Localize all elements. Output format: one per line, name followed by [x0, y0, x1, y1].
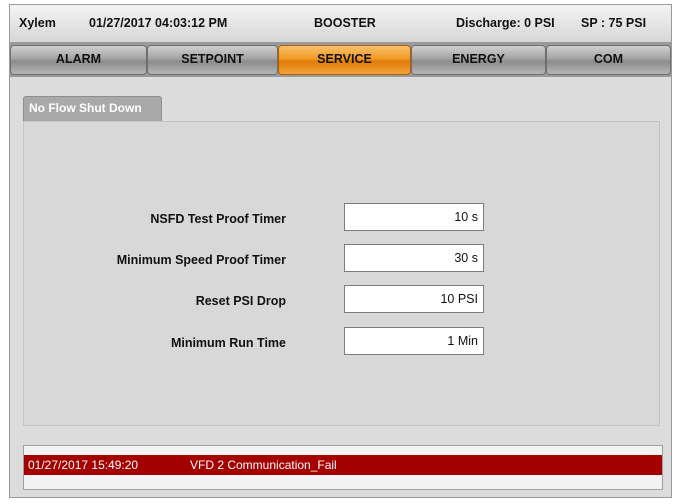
- setpoint-label: SP : 75 PSI: [581, 16, 647, 30]
- tab-setpoint[interactable]: SETPOINT: [147, 45, 278, 75]
- mode-label: BOOSTER: [314, 16, 376, 30]
- tab-alarm[interactable]: ALARM: [10, 45, 147, 75]
- tab-energy[interactable]: ENERGY: [411, 45, 546, 75]
- nsfd-test-proof-timer-label: NSFD Test Proof Timer: [150, 212, 286, 226]
- settings-panel: NSFD Test Proof Timer 10 s Minimum Speed…: [23, 121, 660, 426]
- nsfd-test-proof-timer-field[interactable]: 10 s: [344, 203, 484, 231]
- tab-com[interactable]: COM: [546, 45, 671, 75]
- status-header: Xylem 01/27/2017 04:03:12 PM BOOSTER Dis…: [10, 5, 671, 43]
- datetime-label: 01/27/2017 04:03:12 PM: [89, 16, 228, 30]
- hmi-window: Xylem 01/27/2017 04:03:12 PM BOOSTER Dis…: [9, 4, 672, 498]
- minimum-run-time-label: Minimum Run Time: [170, 336, 286, 350]
- alarm-timestamp: 01/27/2017 15:49:20: [28, 458, 139, 472]
- reset-psi-drop-label: Reset PSI Drop: [195, 294, 286, 308]
- tab-service[interactable]: SERVICE: [278, 45, 411, 75]
- main-tab-bar: ALARM SETPOINT SERVICE ENERGY COM: [10, 43, 671, 77]
- alarm-row[interactable]: 01/27/2017 15:49:20 VFD 2 Communication_…: [24, 455, 662, 475]
- brand-label: Xylem: [19, 16, 56, 30]
- minimum-speed-proof-timer-label: Minimum Speed Proof Timer: [116, 253, 286, 267]
- alarm-message: VFD 2 Communication_Fail: [190, 458, 337, 472]
- alarm-banner: 01/27/2017 15:49:20 VFD 2 Communication_…: [23, 445, 663, 490]
- minimum-run-time-field[interactable]: 1 Min: [344, 327, 484, 355]
- tab-no-flow-shut-down[interactable]: No Flow Shut Down: [23, 96, 162, 122]
- minimum-speed-proof-timer-field[interactable]: 30 s: [344, 244, 484, 272]
- reset-psi-drop-field[interactable]: 10 PSI: [344, 285, 484, 313]
- discharge-pressure-label: Discharge: 0 PSI: [456, 16, 555, 30]
